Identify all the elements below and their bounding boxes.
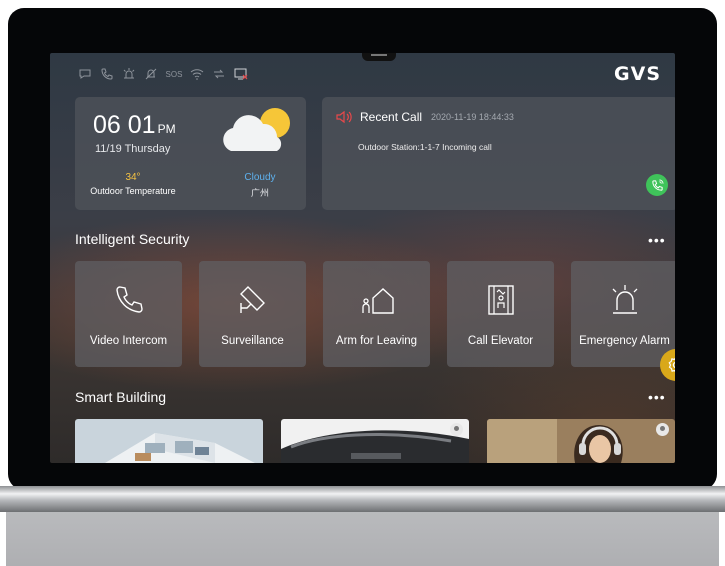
clock-ampm: PM	[157, 122, 176, 136]
device-stand	[6, 512, 719, 566]
gear-icon	[668, 357, 675, 373]
device-bezel: SOS GVS 06 01 PM 11/19 Thursday 34° Outdo…	[8, 8, 717, 490]
recent-call-header: Recent Call 2020-11-19 18:44:33	[336, 110, 514, 124]
tile-surveillance[interactable]: Surveillance	[199, 261, 306, 367]
time-weather-card[interactable]: 06 01 PM 11/19 Thursday 34° Outdoor Tempe…	[75, 97, 306, 210]
headphones-woman-image	[487, 419, 675, 463]
phone-icon	[100, 67, 114, 81]
wifi-icon	[190, 67, 204, 81]
tile-label: Surveillance	[221, 335, 284, 347]
brand-logo: GVS	[614, 63, 661, 85]
tile-label: Call Elevator	[467, 335, 534, 347]
tile-call-elevator[interactable]: Call Elevator	[447, 261, 554, 367]
apartment-floorplan-image	[75, 419, 263, 463]
mute-icon	[144, 67, 158, 81]
call-back-button[interactable]	[646, 174, 668, 196]
building-thumbnail-headphones[interactable]	[487, 419, 675, 463]
building-more-button[interactable]: •••	[648, 389, 666, 405]
weather-city: 广州	[250, 188, 269, 198]
device-stand-edge	[0, 486, 725, 512]
building-thumbnail-apartment[interactable]	[75, 419, 263, 463]
car-image	[281, 419, 469, 463]
location-pin-icon	[656, 423, 669, 436]
cloud-sun-icon	[223, 108, 290, 151]
weather-condition: Cloudy	[244, 172, 276, 183]
tile-label: Video Intercom	[89, 335, 168, 347]
tile-arm-for-leaving[interactable]: Arm for Leaving	[323, 261, 430, 367]
recent-call-card[interactable]: Recent Call 2020-11-19 18:44:33 Outdoor …	[322, 97, 675, 210]
location-pin-icon	[450, 423, 463, 436]
recent-call-detail: Outdoor Station:1-1-7 Incoming call	[358, 142, 492, 152]
phone-call-icon	[651, 178, 664, 191]
alarm-icon	[122, 67, 136, 81]
building-thumbnail-car[interactable]	[281, 419, 469, 463]
screen: SOS GVS 06 01 PM 11/19 Thursday 34° Outdo…	[50, 53, 675, 463]
security-section-title: Intelligent Security	[75, 231, 190, 247]
siren-icon	[612, 285, 638, 314]
link-icon	[212, 67, 226, 81]
tile-label: Emergency Alarm	[579, 335, 670, 347]
tile-video-intercom[interactable]: Video Intercom	[75, 261, 182, 367]
home-person-icon	[362, 288, 394, 314]
tile-emergency-alarm[interactable]: Emergency Alarm	[571, 261, 675, 367]
phone-icon	[116, 286, 143, 313]
security-more-button[interactable]: •••	[648, 232, 666, 248]
temperature-value: 34°	[125, 172, 141, 183]
monitor-off-icon	[234, 67, 248, 81]
temperature-label: Outdoor Temperature	[90, 186, 176, 196]
status-bar: SOS	[78, 67, 248, 81]
recent-call-timestamp: 2020-11-19 18:44:33	[431, 112, 514, 122]
speaker-icon	[336, 110, 352, 124]
clock-time: 06 01 PM	[93, 111, 176, 139]
message-icon	[78, 67, 92, 81]
elevator-icon	[488, 285, 514, 315]
building-section-title: Smart Building	[75, 389, 167, 405]
clock-date: 11/19 Thursday	[95, 143, 171, 155]
sos-icon: SOS	[165, 69, 183, 79]
camera-notch	[362, 53, 396, 61]
recent-call-title: Recent Call	[360, 110, 423, 124]
camera-icon	[240, 286, 265, 313]
tile-label: Arm for Leaving	[335, 335, 418, 347]
